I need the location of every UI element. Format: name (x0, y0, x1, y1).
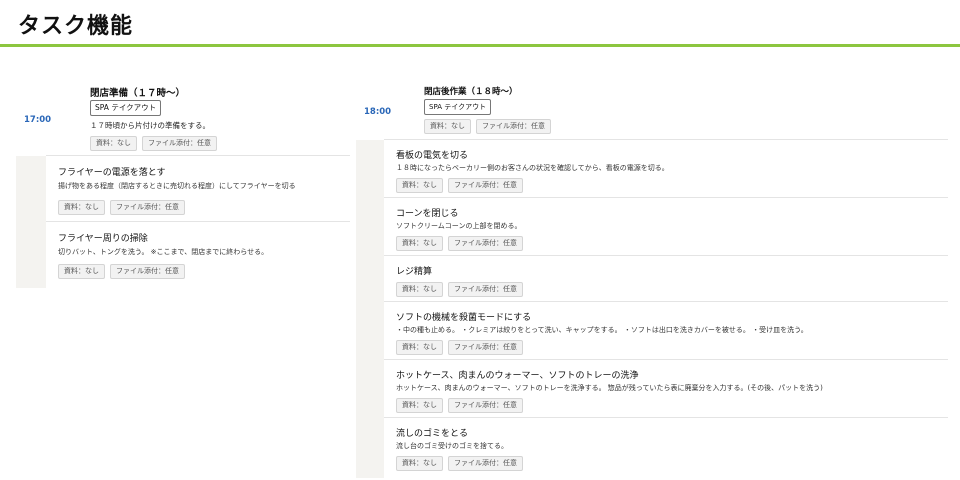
attachment-badge[interactable]: ファイル添付：任意 (448, 398, 523, 413)
task-title: ホットケース、肉まんのウォーマー、ソフトのトレーの洗浄 (396, 371, 639, 381)
indent-strip (16, 156, 46, 288)
section-time: 18:00 (364, 107, 392, 117)
attachment-badge[interactable]: ファイル添付：任意 (110, 200, 185, 215)
task-card[interactable]: レジ精算 資料：なし ファイル添付：任意 (384, 256, 948, 302)
task-card[interactable]: 流しのゴミをとる 流し台のゴミ受けのゴミを捨てる。 資料：なし ファイル添付：任… (384, 418, 948, 478)
task-badges: 資料：なし ファイル添付：任意 (396, 236, 523, 251)
task-title: コーンを閉じる (396, 209, 459, 219)
attachment-badge[interactable]: ファイル添付：任意 (448, 456, 523, 471)
task-card[interactable]: ソフトの機械を殺菌モードにする ・中の種も止める。 ・クレミアは絞りをとって洗い… (384, 302, 948, 360)
material-badge[interactable]: 資料：なし (58, 264, 105, 279)
task-card[interactable]: フライヤー周りの掃除 切りバット、トングを洗う。 ※ここまで、閉店までに終わらせ… (46, 222, 350, 288)
attachment-badge[interactable]: ファイル添付：任意 (110, 264, 185, 279)
material-badge[interactable]: 資料：なし (396, 456, 443, 471)
task-title: フライヤー周りの掃除 (58, 234, 148, 244)
right-task-panel: 18:00 閉店後作業（１８時〜） SPA テイクアウト 資料：なし ファイル添… (356, 76, 948, 478)
task-description: 揚げ物をある程度（閉店するときに売切れる程度）にしてフライヤーを切る (58, 182, 296, 190)
material-badge[interactable]: 資料：なし (424, 119, 471, 134)
task-badges: 資料：なし ファイル添付：任意 (58, 264, 185, 279)
task-title: ソフトの機械を殺菌モードにする (396, 313, 532, 323)
material-badge[interactable]: 資料：なし (396, 236, 443, 251)
task-description: ・中の種も止める。 ・クレミアは絞りをとって洗い、キャップをする。 ・ソフトは出… (396, 326, 808, 334)
attachment-badge[interactable]: ファイル添付：任意 (448, 236, 523, 251)
attachment-badge[interactable]: ファイル添付：任意 (142, 136, 217, 151)
task-badges: 資料：なし ファイル添付：任意 (396, 282, 523, 297)
task-description: １８時になったらベーカリー側のお客さんの状況を確認してから、看板の電源を切る。 (396, 164, 669, 172)
task-card[interactable]: ホットケース、肉まんのウォーマー、ソフトのトレーの洗浄 ホットケース、肉まんのウ… (384, 360, 948, 418)
task-description: 流し台のゴミ受けのゴミを捨てる。 (396, 442, 508, 450)
task-badges: 資料：なし ファイル添付：任意 (396, 398, 523, 413)
material-badge[interactable]: 資料：なし (396, 178, 443, 193)
attachment-badge[interactable]: ファイル添付：任意 (476, 119, 551, 134)
store-tag[interactable]: SPA テイクアウト (90, 100, 162, 116)
section-title[interactable]: 閉店準備（１７時〜） (90, 85, 185, 99)
left-task-panel: 17:00 閉店準備（１７時〜） SPA テイクアウト １７時頃から片付けの準備… (16, 76, 350, 288)
section-title[interactable]: 閉店後作業（１８時〜） (424, 85, 518, 97)
task-title: レジ精算 (396, 267, 433, 277)
task-description: ホットケース、肉まんのウォーマー、ソフトのトレーを洗浄する。 惣品が残っていたら… (396, 384, 823, 392)
task-badges: 資料：なし ファイル添付：任意 (58, 200, 185, 215)
section-badges: 資料：なし ファイル添付：任意 (90, 136, 217, 151)
task-badges: 資料：なし ファイル添付：任意 (396, 178, 523, 193)
attachment-badge[interactable]: ファイル添付：任意 (448, 282, 523, 297)
title-bar: タスク機能 (0, 0, 960, 47)
task-badges: 資料：なし ファイル添付：任意 (396, 340, 523, 355)
material-badge[interactable]: 資料：なし (396, 340, 443, 355)
attachment-badge[interactable]: ファイル添付：任意 (448, 178, 523, 193)
material-badge[interactable]: 資料：なし (58, 200, 105, 215)
task-title: 看板の電気を切る (396, 151, 469, 161)
section-time: 17:00 (24, 115, 52, 125)
task-card[interactable]: 看板の電気を切る １８時になったらベーカリー側のお客さんの状況を確認してから、看… (384, 140, 948, 198)
section-description: １７時頃から片付けの準備をする。 (90, 121, 210, 130)
material-badge[interactable]: 資料：なし (90, 136, 137, 151)
task-card[interactable]: コーンを閉じる ソフトクリームコーンの上部を閉める。 資料：なし ファイル添付：… (384, 198, 948, 256)
store-tag[interactable]: SPA テイクアウト (424, 99, 492, 115)
task-title: フライヤーの電源を落とす (58, 168, 166, 178)
section-badges: 資料：なし ファイル添付：任意 (424, 119, 551, 134)
task-badges: 資料：なし ファイル添付：任意 (396, 456, 523, 471)
task-title: 流しのゴミをとる (396, 429, 469, 439)
material-badge[interactable]: 資料：なし (396, 398, 443, 413)
task-card[interactable]: フライヤーの電源を落とす 揚げ物をある程度（閉店するときに売切れる程度）にしてフ… (46, 156, 350, 222)
indent-strip (356, 140, 384, 478)
task-description: ソフトクリームコーンの上部を閉める。 (396, 222, 522, 230)
page-title: タスク機能 (18, 14, 134, 39)
task-description: 切りバット、トングを洗う。 ※ここまで、閉店までに終わらせる。 (58, 248, 269, 256)
attachment-badge[interactable]: ファイル添付：任意 (448, 340, 523, 355)
title-underline (0, 44, 960, 47)
material-badge[interactable]: 資料：なし (396, 282, 443, 297)
